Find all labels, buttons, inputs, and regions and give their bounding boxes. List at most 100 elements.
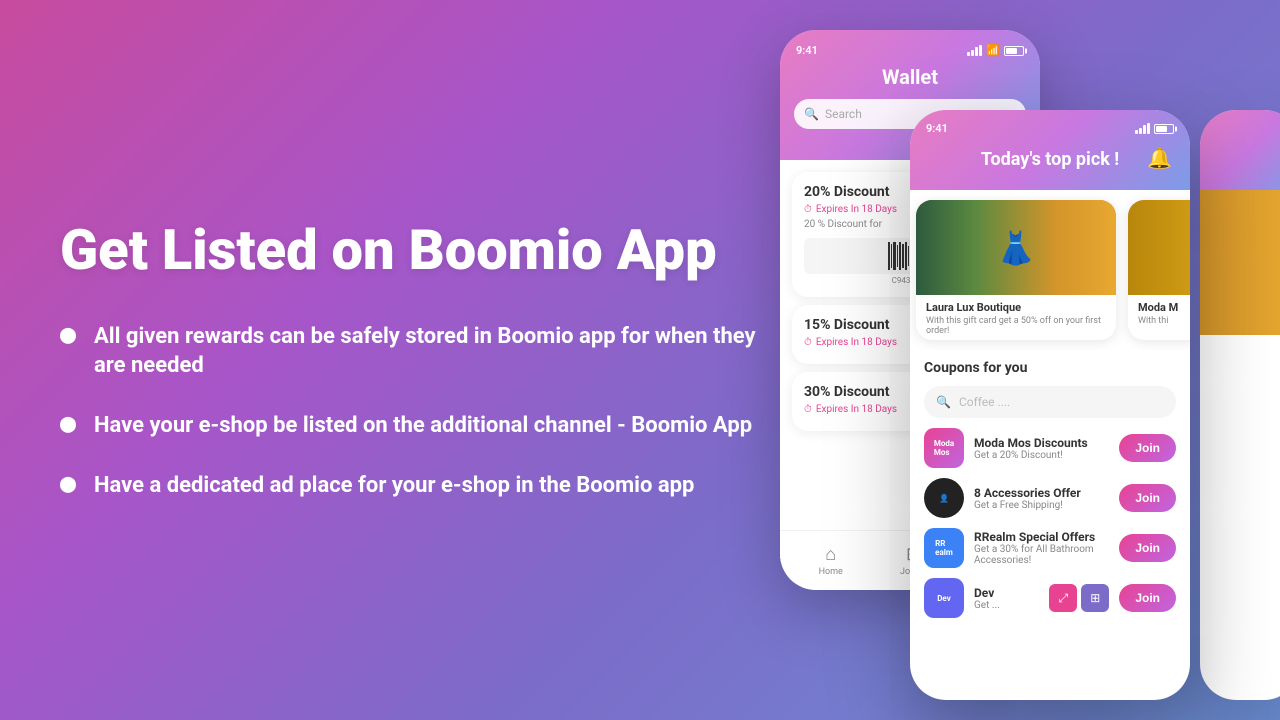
status-bar-wallet: 9:41 📶: [780, 44, 1040, 57]
bullet-text-1: All given rewards can be safely stored i…: [94, 321, 780, 380]
coupon-search-icon: 🔍: [936, 395, 951, 409]
pick-card-1[interactable]: 👗 Laura Lux Boutique With this gift card…: [916, 200, 1116, 340]
wallet-title: Wallet: [882, 65, 938, 89]
battery-tip: [1025, 48, 1027, 53]
status-icons: 📶: [967, 44, 1024, 57]
pick-name-1: Laura Lux Boutique: [926, 301, 1106, 314]
signal-bar-2: [971, 50, 974, 56]
coupon-logo-2: 👤: [924, 478, 964, 518]
pick-battery-tip: [1175, 126, 1177, 131]
coupon-logo-4: Dev: [924, 578, 964, 618]
expand-icon: ⤢: [1049, 584, 1077, 612]
coupon-info-1: Moda Mos Discounts Get a 20% Discount!: [974, 436, 1109, 461]
pick-image-1: 👗: [916, 200, 1116, 295]
wallet-search-placeholder: Search: [825, 107, 862, 121]
coupon-logo-3: RRealm: [924, 528, 964, 568]
join-btn-3[interactable]: Join: [1119, 534, 1176, 562]
bullet-dot-3: [60, 476, 76, 492]
bullet-text-2: Have your e-shop be listed on the additi…: [94, 411, 752, 441]
bullet-item-3: Have a dedicated ad place for your e-sho…: [60, 470, 780, 500]
nav-home[interactable]: ⌂ Home: [819, 544, 843, 577]
b8: [908, 246, 909, 266]
coupon-name-3: RRealm Special Offers: [974, 530, 1109, 544]
bullet-item-1: All given rewards can be safely stored i…: [60, 321, 780, 380]
bullet-list: All given rewards can be safely stored i…: [60, 321, 780, 500]
coupon-row-4: Dev Dev Get ... ⤢ ⊞ Join: [924, 578, 1176, 618]
nav-home-label: Home: [819, 567, 843, 577]
status-bar-pick: 9:41: [910, 122, 1190, 135]
main-title: Get Listed on Boomio App: [60, 220, 780, 282]
b5: [899, 242, 901, 270]
signal-bar-1: [967, 52, 970, 56]
pick-phone: 9:41 Today's top pick ! 🔔: [910, 110, 1190, 700]
grid-icon: ⊞: [1081, 584, 1109, 612]
coupons-section: Coupons for you 🔍 Coffee .... ModaMos Mo…: [910, 350, 1190, 638]
bullet-dot-2: [60, 417, 76, 433]
pick-info-2: Moda M With thi: [1128, 295, 1190, 332]
home-icon: ⌂: [825, 544, 836, 565]
left-content: Get Listed on Boomio App All given rewar…: [60, 220, 780, 500]
coupon-info-4: Dev Get ...: [974, 586, 1039, 611]
bullet-text-3: Have a dedicated ad place for your e-sho…: [94, 470, 694, 500]
pick-card-2[interactable]: Moda M With thi: [1128, 200, 1190, 340]
b7: [905, 242, 907, 270]
ps1: [1135, 130, 1138, 134]
extra-phone-image: [1200, 190, 1280, 335]
clock-icon-2: ⏱: [804, 337, 812, 348]
signal-bar-3: [975, 47, 978, 56]
b4: [897, 245, 898, 267]
coupons-title: Coupons for you: [924, 360, 1176, 376]
ps3: [1143, 125, 1146, 134]
search-icon: 🔍: [804, 107, 819, 121]
signal-bar-4: [979, 45, 982, 56]
pick-battery-fill: [1156, 126, 1167, 132]
bullet-dot-1: [60, 327, 76, 343]
coupon-row-3: RRealm RRealm Special Offers Get a 30% f…: [924, 528, 1176, 568]
ps2: [1139, 128, 1142, 134]
pick-battery-icon: [1154, 124, 1174, 134]
top-pick-carousel: 👗 Laura Lux Boutique With this gift card…: [910, 190, 1190, 350]
coupon-name-4: Dev: [974, 586, 1039, 600]
coupon-row-1: ModaMos Moda Mos Discounts Get a 20% Dis…: [924, 428, 1176, 468]
bullet-item-2: Have your e-shop be listed on the additi…: [60, 411, 780, 441]
coupon-sub-1: Get a 20% Discount!: [974, 450, 1109, 461]
clothes-icon: 👗: [996, 229, 1036, 267]
pick-time: 9:41: [926, 122, 948, 135]
battery-fill: [1006, 48, 1017, 54]
coupon-logo-1: ModaMos: [924, 428, 964, 468]
pick-desc-2: With thi: [1138, 316, 1190, 326]
coupon-info-3: RRealm Special Offers Get a 30% for All …: [974, 530, 1109, 566]
join-btn-2[interactable]: Join: [1119, 484, 1176, 512]
clock-icon-3: ⏱: [804, 404, 812, 415]
coupon-row-2: 👤 8 Accessories Offer Get a Free Shippin…: [924, 478, 1176, 518]
pick-phone-header: 9:41 Today's top pick ! 🔔: [910, 110, 1190, 190]
coupon-search-placeholder: Coffee ....: [959, 395, 1010, 409]
clock-icon-1: ⏱: [804, 204, 812, 215]
pick-name-2: Moda M: [1138, 301, 1190, 314]
pick-status-icons: [1135, 122, 1174, 135]
coupon-sub-4: Get ...: [974, 600, 1039, 611]
pick-title: Today's top pick !: [981, 149, 1119, 170]
notification-bell[interactable]: 🔔: [1147, 146, 1172, 170]
b1: [888, 242, 890, 270]
ps4: [1147, 123, 1150, 134]
b2: [891, 244, 892, 268]
b6: [902, 244, 904, 268]
pick-info-1: Laura Lux Boutique With this gift card g…: [916, 295, 1116, 340]
phones-container: 9:41 📶 Wallet 🔍: [750, 0, 1280, 720]
coupon-info-2: 8 Accessories Offer Get a Free Shipping!: [974, 486, 1109, 511]
extra-phone: [1200, 110, 1280, 700]
coupon-search-bar[interactable]: 🔍 Coffee ....: [924, 386, 1176, 418]
join-btn-4[interactable]: Join: [1119, 584, 1176, 612]
dev-action-icons: ⤢ ⊞: [1049, 584, 1109, 612]
extra-phone-header: [1200, 110, 1280, 190]
wallet-time: 9:41: [796, 44, 818, 57]
coupon-sub-2: Get a Free Shipping!: [974, 500, 1109, 511]
battery-icon: [1004, 46, 1024, 56]
coupon-name-1: Moda Mos Discounts: [974, 436, 1109, 450]
pick-image-2: [1128, 200, 1190, 295]
pick-desc-1: With this gift card get a 50% off on you…: [926, 316, 1106, 336]
coupon-sub-3: Get a 30% for All Bathroom Accessories!: [974, 544, 1109, 566]
wifi-icon: 📶: [986, 44, 1000, 57]
join-btn-1[interactable]: Join: [1119, 434, 1176, 462]
